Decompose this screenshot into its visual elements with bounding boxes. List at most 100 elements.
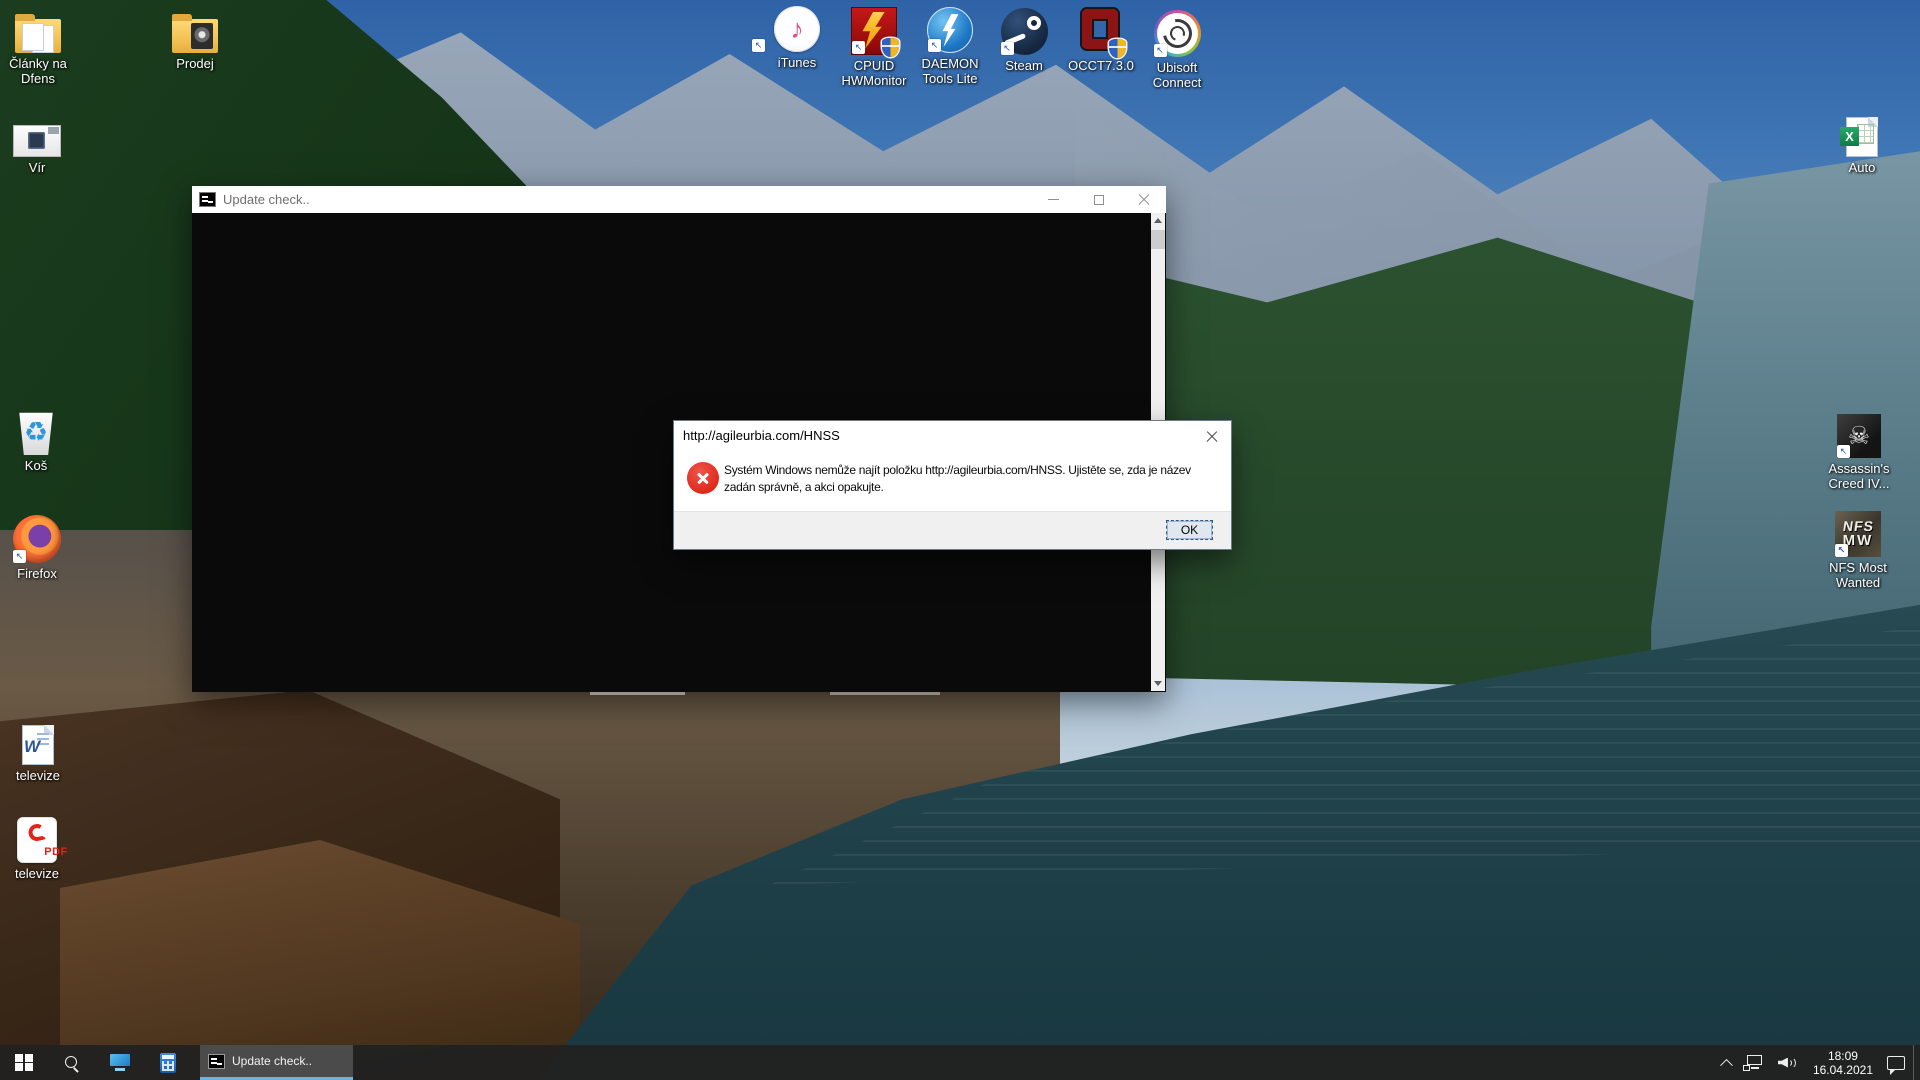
folder-media-icon <box>172 19 218 53</box>
itunes-icon: ♪ <box>774 6 820 52</box>
monitor-icon <box>109 1054 131 1071</box>
desktop-icon-label: Vír <box>0 160 82 175</box>
minimize-icon <box>1048 199 1059 201</box>
tray-time: 18:09 <box>1828 1049 1858 1063</box>
desktop-icon-label: Assassin's Creed IV... <box>1814 461 1904 491</box>
word-letter: W <box>24 737 40 757</box>
error-icon <box>687 462 719 494</box>
scrollbar-thumb[interactable] <box>1151 230 1165 249</box>
system-tray: 18:09 16.04.2021 <box>1716 1045 1920 1080</box>
start-button[interactable] <box>0 1045 48 1080</box>
close-button[interactable] <box>1121 186 1166 213</box>
notification-icon <box>1887 1056 1905 1070</box>
excel-document-icon: X <box>1846 117 1878 157</box>
cpuid-hwmonitor-icon <box>851 7 897 55</box>
steam-piston <box>1027 16 1041 30</box>
maximize-icon <box>1094 195 1104 205</box>
dialog-close-button[interactable] <box>1199 426 1225 447</box>
speaker-icon <box>1777 1055 1799 1071</box>
taskbar-app-label: Update check.. <box>232 1054 312 1068</box>
desktop-icon-auto[interactable]: X Auto <box>1817 111 1907 175</box>
scroll-down-button[interactable] <box>1151 676 1165 691</box>
music-note-glyph: ♪ <box>790 14 804 45</box>
desktop-icon-clanky-na-dfens[interactable]: Články na Dfens <box>0 7 83 86</box>
desktop-icon-label: Ubisoft Connect <box>1132 60 1222 90</box>
calculator-icon <box>160 1053 176 1073</box>
dialog-message: Systém Windows nemůže najít položku http… <box>724 462 1224 496</box>
ethernet-icon <box>1743 1055 1765 1071</box>
skull-glyph: ☠ <box>1848 421 1870 451</box>
desktop-icon-nfs-most-wanted[interactable]: NFS MW NFS Most Wanted <box>1813 511 1903 590</box>
console-title: Update check.. <box>223 192 310 207</box>
shortcut-arrow-icon <box>752 39 765 52</box>
volume-button[interactable] <box>1771 1045 1805 1080</box>
error-x-glyph <box>696 471 710 485</box>
console-app-icon <box>199 192 216 207</box>
desktop-icon-assassins-creed[interactable]: ☠ Assassin's Creed IV... <box>1814 412 1904 491</box>
desktop-icon-label: NFS Most Wanted <box>1813 560 1903 590</box>
nfs-text: NFS <box>1842 520 1875 533</box>
shortcut-arrow-icon <box>852 41 865 54</box>
word-document-icon: W <box>22 725 54 765</box>
steam-icon <box>1001 8 1048 55</box>
nfs-most-wanted-icon: NFS MW <box>1835 511 1881 557</box>
taskbar: Update check.. 18:09 16.04.2021 <box>0 1045 1920 1080</box>
minimize-button[interactable] <box>1031 186 1076 213</box>
show-desktop-button[interactable] <box>1913 1045 1920 1080</box>
shortcut-arrow-icon <box>1837 445 1850 458</box>
dialog-title: http://agileurbia.com/HNSS <box>683 428 840 443</box>
arrow-down-icon <box>1154 681 1162 686</box>
image-file-icon <box>13 125 61 157</box>
close-icon <box>1206 431 1218 443</box>
folder-documents-icon <box>15 19 61 53</box>
ubisoft-connect-icon <box>1154 10 1201 57</box>
desktop-icon-prodej[interactable]: Prodej <box>150 7 240 71</box>
action-center-button[interactable] <box>1881 1045 1913 1080</box>
shortcut-arrow-icon <box>928 39 941 52</box>
uac-shield-icon <box>882 38 899 57</box>
dialog-footer: OK <box>674 511 1231 549</box>
pdf-swirl <box>27 822 47 842</box>
desktop-icon-label: televize <box>0 866 82 881</box>
tray-overflow-button[interactable] <box>1716 1045 1737 1080</box>
firefox-icon <box>13 515 61 563</box>
ok-button[interactable]: OK <box>1166 520 1213 540</box>
shortcut-arrow-icon <box>13 550 26 563</box>
desktop-icon-ubisoft-connect[interactable]: Ubisoft Connect <box>1132 11 1222 90</box>
desktop-icon-vir[interactable]: Vír <box>0 111 82 175</box>
scroll-up-button[interactable] <box>1151 213 1165 228</box>
network-status-button[interactable] <box>1737 1045 1771 1080</box>
desktop-icon-label: Koš <box>0 458 81 473</box>
desktop-icon-firefox[interactable]: Firefox <box>0 517 82 581</box>
recycle-glyph: ♻ <box>24 417 48 448</box>
taskbar-app-update-check[interactable]: Update check.. <box>200 1045 353 1080</box>
taskbar-display-app-button[interactable] <box>96 1045 144 1080</box>
windows-logo-icon <box>15 1054 33 1072</box>
maximize-button[interactable] <box>1076 186 1121 213</box>
assassins-creed-icon: ☠ <box>1837 414 1881 458</box>
lightning-bolt <box>942 14 959 47</box>
taskbar-clock[interactable]: 18:09 16.04.2021 <box>1805 1049 1881 1077</box>
shortcut-arrow-icon <box>1154 44 1167 57</box>
desktop-icon-label: Prodej <box>150 56 240 71</box>
arrow-up-icon <box>1154 218 1162 223</box>
taskbar-empty-area <box>353 1045 1716 1080</box>
pdf-label: PDF <box>37 846 75 858</box>
shortcut-arrow-icon <box>1835 544 1848 557</box>
desktop-icon-label: Firefox <box>0 566 82 581</box>
taskbar-calculator-button[interactable] <box>144 1045 192 1080</box>
desktop-icon-label: televize <box>0 768 83 783</box>
desktop-icon-kos[interactable]: ♻ Koš <box>0 409 81 473</box>
desktop-icon-label: Články na Dfens <box>0 56 83 86</box>
desktop[interactable]: Články na Dfens Prodej Vír ♻ Koš Firefox… <box>0 0 1920 1080</box>
search-button[interactable] <box>48 1045 96 1080</box>
search-icon <box>64 1055 80 1071</box>
recycle-bin-icon: ♻ <box>17 411 55 455</box>
console-titlebar[interactable]: Update check.. <box>192 186 1166 213</box>
desktop-icon-televize-word[interactable]: W televize <box>0 719 83 783</box>
pdf-document-icon: PDF <box>17 817 57 863</box>
close-icon <box>1138 194 1150 206</box>
desktop-icon-televize-pdf[interactable]: PDF televize <box>0 817 82 881</box>
error-dialog: http://agileurbia.com/HNSS Systém Window… <box>673 420 1232 550</box>
occt-icon <box>1079 7 1123 55</box>
